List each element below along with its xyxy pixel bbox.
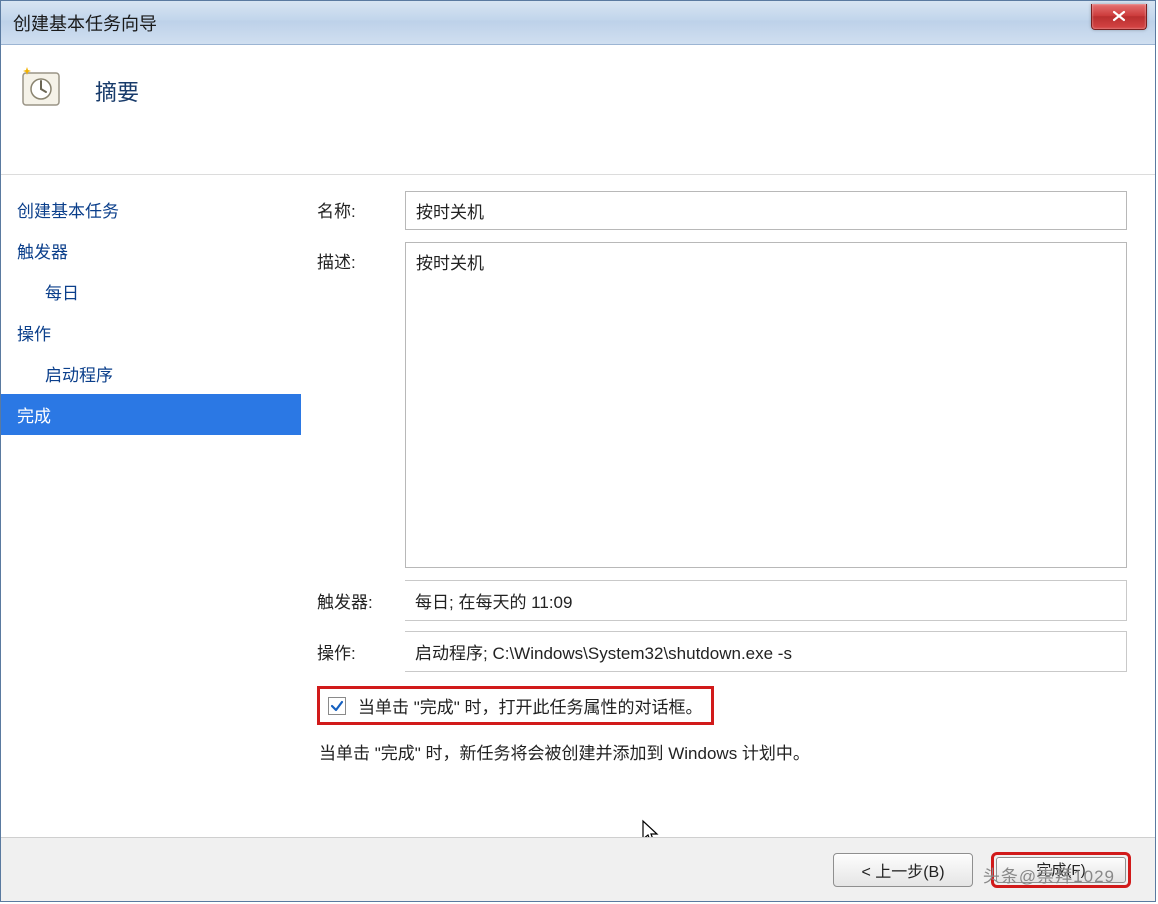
- body: 创建基本任务 触发器 每日 操作 启动程序 完成 名称: 按时关机 描述: 按时…: [1, 175, 1155, 837]
- wizard-window: 创建基本任务向导 摘要 创建基本任务 触发器 每日 操作: [0, 0, 1156, 902]
- window-title: 创建基本任务向导: [13, 10, 157, 36]
- checkmark-icon: [330, 699, 344, 713]
- sidebar-item-finish[interactable]: 完成: [1, 394, 301, 435]
- finish-button[interactable]: 完成(F): [996, 857, 1126, 883]
- name-field[interactable]: 按时关机: [405, 191, 1127, 230]
- sidebar-item-start-program[interactable]: 启动程序: [1, 353, 301, 394]
- action-row: 操作: 启动程序; C:\Windows\System32\shutdown.e…: [317, 631, 1127, 672]
- finish-note: 当单击 "完成" 时，新任务将会被创建并添加到 Windows 计划中。: [319, 739, 1127, 764]
- trigger-row: 触发器: 每日; 在每天的 11:09: [317, 580, 1127, 621]
- titlebar: 创建基本任务向导: [1, 1, 1155, 45]
- wizard-icon: [17, 63, 65, 111]
- desc-field[interactable]: 按时关机: [405, 242, 1127, 568]
- name-label: 名称:: [317, 191, 405, 222]
- close-button[interactable]: [1091, 4, 1147, 30]
- sidebar-item-daily[interactable]: 每日: [1, 271, 301, 312]
- sidebar: 创建基本任务 触发器 每日 操作 启动程序 完成: [1, 175, 301, 837]
- open-properties-label: 当单击 "完成" 时，打开此任务属性的对话框。: [358, 693, 703, 718]
- action-value: 启动程序; C:\Windows\System32\shutdown.exe -…: [405, 631, 1127, 672]
- desc-label: 描述:: [317, 242, 405, 273]
- finish-highlight: 完成(F): [991, 852, 1131, 888]
- desc-row: 描述: 按时关机: [317, 242, 1127, 568]
- name-row: 名称: 按时关机: [317, 191, 1127, 230]
- footer: < 上一步(B) 完成(F): [1, 837, 1155, 901]
- main-panel: 名称: 按时关机 描述: 按时关机 触发器: 每日; 在每天的 11:09 操作…: [301, 175, 1155, 837]
- action-label: 操作:: [317, 639, 405, 664]
- trigger-value: 每日; 在每天的 11:09: [405, 580, 1127, 621]
- sidebar-item-trigger[interactable]: 触发器: [1, 230, 301, 271]
- open-properties-checkbox[interactable]: [328, 697, 346, 715]
- back-button[interactable]: < 上一步(B): [833, 853, 973, 887]
- sidebar-item-action[interactable]: 操作: [1, 312, 301, 353]
- close-icon: [1111, 10, 1127, 22]
- open-properties-highlight: 当单击 "完成" 时，打开此任务属性的对话框。: [317, 686, 714, 725]
- sidebar-item-create-task[interactable]: 创建基本任务: [1, 189, 301, 230]
- page-title: 摘要: [95, 75, 139, 107]
- header-band: 摘要: [1, 45, 1155, 175]
- trigger-label: 触发器:: [317, 588, 405, 613]
